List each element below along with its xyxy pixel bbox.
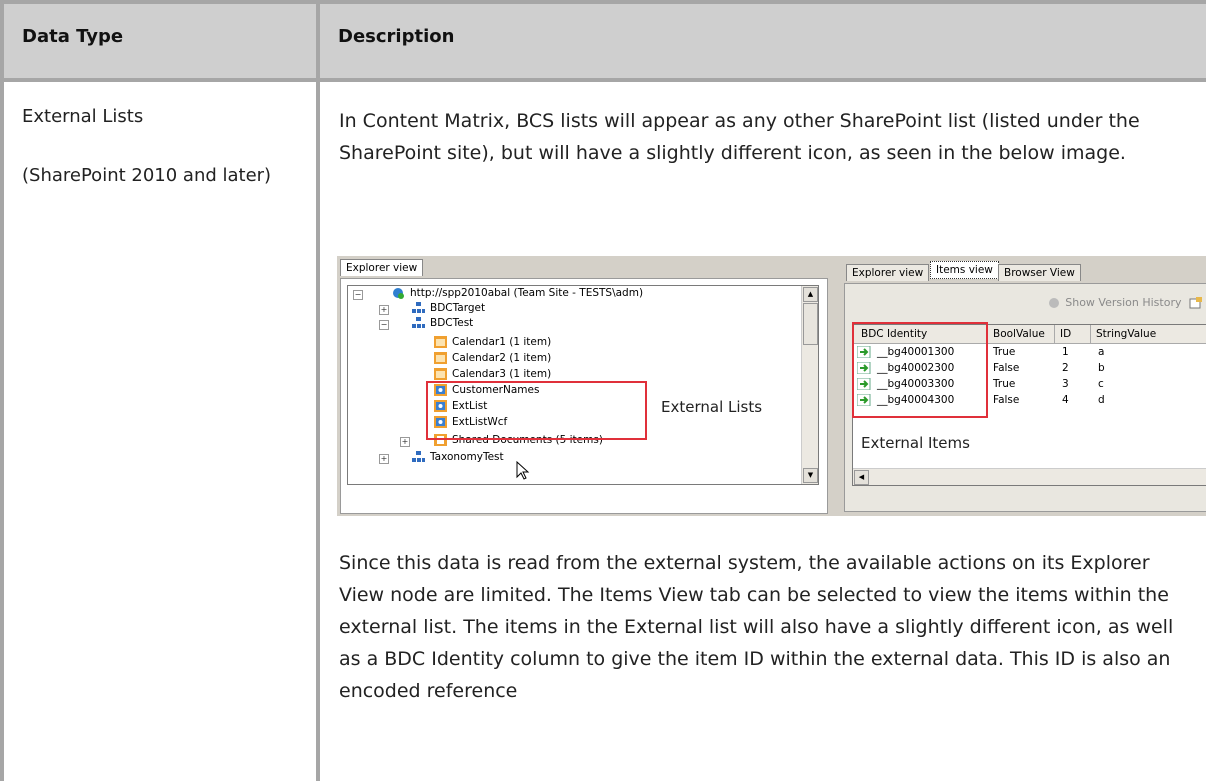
cell-stringvalue: d — [1098, 394, 1105, 406]
external-items-highlight — [852, 322, 988, 418]
tree-scrollbar[interactable]: ▲ ▼ — [801, 286, 818, 484]
expand-icon[interactable]: + — [379, 305, 389, 315]
column-header-boolvalue[interactable]: BoolValue — [993, 328, 1045, 340]
collapse-icon[interactable]: − — [379, 320, 389, 330]
scroll-down-icon[interactable]: ▼ — [803, 468, 818, 483]
tree-node-label: BDCTest — [430, 317, 474, 329]
cell-boolvalue: False — [993, 394, 1020, 406]
tree-node-label: BDCTarget — [430, 302, 486, 314]
description-body: Since this data is read from the externa… — [339, 552, 1174, 702]
site-icon — [412, 451, 425, 463]
expand-icon[interactable]: + — [400, 437, 410, 447]
explorer-panel: − http://spp2010abal (Team Site - TESTS\… — [340, 278, 828, 514]
cell-id: 4 — [1062, 394, 1069, 406]
show-version-history-button[interactable]: Show Version History — [1048, 296, 1203, 309]
cell-id: 1 — [1062, 346, 1069, 358]
column-header-stringvalue[interactable]: StringValue — [1096, 328, 1156, 340]
tree-node-label: Calendar2 (1 item) — [452, 352, 552, 364]
table-left-border — [0, 0, 4, 781]
cell-stringvalue: c — [1098, 378, 1104, 390]
properties-icon[interactable] — [1189, 297, 1203, 309]
data-type-cell: External Lists (SharePoint 2010 and late… — [22, 100, 302, 218]
tab-explorer-view-left[interactable]: Explorer view — [340, 259, 424, 276]
tree-node-bdctest[interactable]: BDCTest — [412, 317, 473, 333]
data-type-table: Data Type Description External Lists (Sh… — [0, 0, 1206, 781]
tab-items-view[interactable]: Items view — [930, 261, 999, 279]
column-divider — [1090, 325, 1091, 343]
external-lists-callout: External Lists — [661, 398, 763, 416]
tree-node-bdctarget[interactable]: BDCTarget — [412, 302, 485, 318]
version-history-icon — [1048, 297, 1062, 309]
data-type-label: External Lists — [22, 106, 144, 127]
cell-id: 3 — [1062, 378, 1069, 390]
tree-node-root[interactable]: http://spp2010abal (Team Site - TESTS\ad… — [392, 287, 643, 303]
items-grid: BDC Identity BoolValue ID StringValue __… — [852, 322, 1206, 486]
tab-browser-view[interactable]: Browser View — [998, 264, 1081, 281]
cell-id: 2 — [1062, 362, 1069, 374]
scroll-left-icon[interactable]: ◀ — [854, 470, 869, 485]
column-divider — [1054, 325, 1055, 343]
collapse-icon[interactable]: − — [353, 290, 363, 300]
table-header: Data Type Description — [0, 0, 1206, 82]
tree-node-label: Calendar3 (1 item) — [452, 368, 552, 380]
show-version-history-label: Show Version History — [1065, 296, 1182, 309]
header-data-type: Data Type — [22, 26, 124, 47]
cell-boolvalue: False — [993, 362, 1020, 374]
tree-node-calendar1[interactable]: Calendar1 (1 item) — [434, 336, 551, 352]
table-column-divider — [316, 0, 320, 781]
column-header-id[interactable]: ID — [1060, 328, 1071, 340]
cell-stringvalue: b — [1098, 362, 1105, 374]
content-matrix-screenshot: Explorer view − http://spp2010abal (Team… — [337, 256, 1206, 516]
expand-icon[interactable]: + — [379, 454, 389, 464]
tree-node-taxonomytest[interactable]: TaxonomyTest — [412, 451, 504, 467]
site-icon — [412, 302, 425, 314]
calendar-icon — [434, 336, 447, 348]
header-description: Description — [338, 26, 455, 47]
cell-boolvalue: True — [993, 346, 1016, 358]
calendar-icon — [434, 368, 447, 380]
tree-node-label: Calendar1 (1 item) — [452, 336, 552, 348]
tree-node-label: TaxonomyTest — [430, 451, 504, 463]
scroll-up-icon[interactable]: ▲ — [803, 287, 818, 302]
explorer-tree: − http://spp2010abal (Team Site - TESTS\… — [347, 285, 819, 485]
external-items-callout: External Items — [861, 434, 970, 452]
site-globe-icon — [392, 287, 405, 299]
cell-stringvalue: a — [1098, 346, 1105, 358]
description-intro: In Content Matrix, BCS lists will appear… — [339, 110, 1140, 164]
scroll-thumb[interactable] — [803, 303, 818, 345]
cell-boolvalue: True — [993, 378, 1016, 390]
grid-horizontal-scrollbar[interactable]: ◀ — [853, 468, 1206, 485]
tree-node-root-label: http://spp2010abal (Team Site - TESTS\ad… — [410, 287, 644, 299]
data-type-note: (SharePoint 2010 and later) — [22, 165, 272, 186]
tree-node-calendar2[interactable]: Calendar2 (1 item) — [434, 352, 551, 368]
mouse-cursor-icon — [516, 461, 530, 480]
tab-explorer-view-right[interactable]: Explorer view — [846, 264, 930, 281]
calendar-icon — [434, 352, 447, 364]
items-panel: Show Version History BDC Identity BoolVa… — [844, 283, 1206, 512]
external-lists-highlight — [426, 381, 647, 440]
site-icon — [412, 317, 425, 329]
